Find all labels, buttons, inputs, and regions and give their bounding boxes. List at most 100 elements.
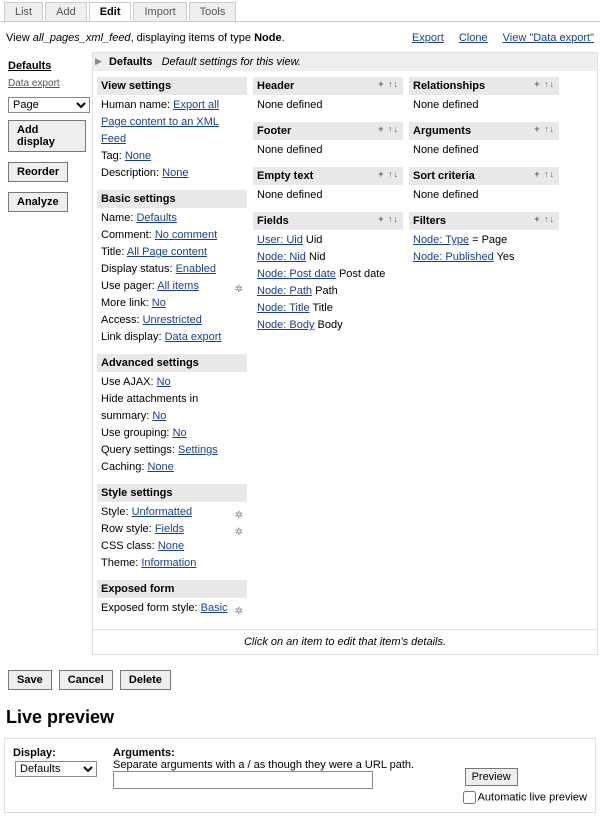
link-view-display[interactable]: View "Data export" bbox=[503, 32, 594, 44]
link-title[interactable]: All Page content bbox=[127, 246, 207, 258]
add-display-select[interactable]: Page bbox=[8, 97, 90, 113]
tab-list[interactable]: List bbox=[4, 2, 43, 21]
link-theme[interactable]: Information bbox=[141, 557, 196, 569]
preview-display-select[interactable]: Defaults bbox=[15, 761, 97, 777]
section-empty-text: Empty text+ ↑↓ bbox=[253, 167, 403, 185]
tab-bar: List Add Edit Import Tools bbox=[0, 0, 600, 22]
link-caching[interactable]: None bbox=[147, 461, 173, 473]
label-style: Style: bbox=[101, 506, 129, 518]
analyze-button[interactable]: Analyze bbox=[8, 192, 68, 212]
link-field-node-path[interactable]: Node: Path bbox=[257, 285, 312, 297]
link-link-display[interactable]: Data export bbox=[165, 331, 222, 343]
sidebar-item-data-export[interactable]: Data export bbox=[8, 78, 60, 89]
add-display-button[interactable]: Add display bbox=[8, 120, 86, 152]
view-type: Node bbox=[254, 32, 282, 44]
tab-edit[interactable]: Edit bbox=[89, 2, 132, 21]
gear-icon[interactable]: ✲ bbox=[235, 281, 243, 298]
filter-value: Yes bbox=[494, 251, 515, 263]
link-display-status[interactable]: Enabled bbox=[176, 263, 216, 275]
label-use-pager: Use pager: bbox=[101, 280, 155, 292]
section-sort-criteria: Sort criteria+ ↑↓ bbox=[409, 167, 559, 185]
link-grouping[interactable]: No bbox=[173, 427, 187, 439]
label-comment: Comment: bbox=[101, 229, 152, 241]
section-actions-icon[interactable]: + ↑↓ bbox=[534, 214, 555, 224]
view-prefix: View bbox=[6, 32, 33, 44]
gear-icon[interactable]: ✲ bbox=[235, 603, 243, 620]
link-use-pager[interactable]: All items bbox=[157, 280, 199, 292]
action-bar: Save Cancel Delete bbox=[0, 659, 600, 701]
link-field-node-nid[interactable]: Node: Nid bbox=[257, 251, 306, 263]
link-filter-node-published[interactable]: Node: Published bbox=[413, 251, 494, 263]
tab-import[interactable]: Import bbox=[133, 2, 186, 21]
section-actions-icon[interactable]: + ↑↓ bbox=[378, 169, 399, 179]
section-actions-icon[interactable]: + ↑↓ bbox=[378, 124, 399, 134]
link-access[interactable]: Unrestricted bbox=[143, 314, 202, 326]
live-preview-heading: Live preview bbox=[0, 701, 600, 734]
gear-icon[interactable]: ✲ bbox=[235, 524, 243, 541]
link-field-user-uid[interactable]: User: Uid bbox=[257, 234, 303, 246]
footer-none: None defined bbox=[257, 144, 322, 156]
sidebar-item-defaults[interactable]: Defaults bbox=[8, 60, 51, 72]
link-clone[interactable]: Clone bbox=[459, 32, 488, 44]
label-hide-attach: Hide attachments in summary: bbox=[101, 393, 198, 422]
link-field-node-title[interactable]: Node: Title bbox=[257, 302, 310, 314]
section-actions-icon[interactable]: + ↑↓ bbox=[534, 169, 555, 179]
section-style-settings: Style settings bbox=[97, 484, 247, 502]
label-caching: Caching: bbox=[101, 461, 144, 473]
section-advanced-settings: Advanced settings bbox=[97, 354, 247, 372]
section-footer: Footer+ ↑↓ bbox=[253, 122, 403, 140]
label-display-status: Display status: bbox=[101, 263, 173, 275]
link-css-class[interactable]: None bbox=[158, 540, 184, 552]
view-machine-name: all_pages_xml_feed bbox=[33, 32, 131, 44]
link-tag[interactable]: None bbox=[125, 150, 151, 162]
preview-button[interactable]: Preview bbox=[465, 768, 518, 786]
section-actions-icon[interactable]: + ↑↓ bbox=[378, 214, 399, 224]
label-human-name: Human name: bbox=[101, 99, 170, 111]
label-more-link: More link: bbox=[101, 297, 149, 309]
link-filter-node-type[interactable]: Node: Type bbox=[413, 234, 469, 246]
link-field-node-body[interactable]: Node: Body bbox=[257, 319, 314, 331]
link-hide-attach[interactable]: No bbox=[152, 410, 166, 422]
relationships-none: None defined bbox=[413, 99, 478, 111]
section-filters: Filters+ ↑↓ bbox=[409, 212, 559, 230]
link-description[interactable]: None bbox=[162, 167, 188, 179]
section-header: Header+ ↑↓ bbox=[253, 77, 403, 95]
field-alias: Title bbox=[312, 302, 332, 314]
section-actions-icon[interactable]: + ↑↓ bbox=[378, 79, 399, 89]
link-more-link[interactable]: No bbox=[152, 297, 166, 309]
cancel-button[interactable]: Cancel bbox=[59, 670, 113, 690]
header-none: None defined bbox=[257, 99, 322, 111]
link-exposed-form-style[interactable]: Basic bbox=[201, 602, 228, 614]
link-query[interactable]: Settings bbox=[178, 444, 218, 456]
section-basic-settings: Basic settings bbox=[97, 190, 247, 208]
label-query: Query settings: bbox=[101, 444, 175, 456]
link-ajax[interactable]: No bbox=[157, 376, 171, 388]
section-actions-icon[interactable]: + ↑↓ bbox=[534, 124, 555, 134]
field-alias: Uid bbox=[306, 234, 323, 246]
field-alias: Path bbox=[315, 285, 338, 297]
reorder-button[interactable]: Reorder bbox=[8, 162, 68, 182]
link-style[interactable]: Unformatted bbox=[132, 506, 193, 518]
link-comment[interactable]: No comment bbox=[155, 229, 217, 241]
delete-button[interactable]: Delete bbox=[120, 670, 171, 690]
link-row-style[interactable]: Fields bbox=[155, 523, 184, 535]
label-row-style: Row style: bbox=[101, 523, 152, 535]
empty-none: None defined bbox=[257, 189, 322, 201]
panel-title: Defaults bbox=[109, 56, 152, 68]
auto-preview-checkbox[interactable] bbox=[463, 791, 476, 804]
arguments-input[interactable] bbox=[113, 771, 373, 789]
panel-header: ▶ Defaults Default settings for this vie… bbox=[93, 53, 597, 71]
section-actions-icon[interactable]: + ↑↓ bbox=[534, 79, 555, 89]
save-button[interactable]: Save bbox=[8, 670, 52, 690]
label-arguments: Arguments: bbox=[113, 747, 175, 759]
link-name[interactable]: Defaults bbox=[136, 212, 176, 224]
tab-tools[interactable]: Tools bbox=[189, 2, 237, 21]
tab-add[interactable]: Add bbox=[45, 2, 87, 21]
link-export[interactable]: Export bbox=[412, 32, 444, 44]
panel-hint: Click on an item to edit that item's det… bbox=[93, 629, 597, 654]
link-field-node-postdate[interactable]: Node: Post date bbox=[257, 268, 336, 280]
field-alias: Post date bbox=[339, 268, 385, 280]
view-suf: . bbox=[282, 32, 285, 44]
label-description: Description: bbox=[101, 167, 159, 179]
filter-value: = Page bbox=[469, 234, 507, 246]
